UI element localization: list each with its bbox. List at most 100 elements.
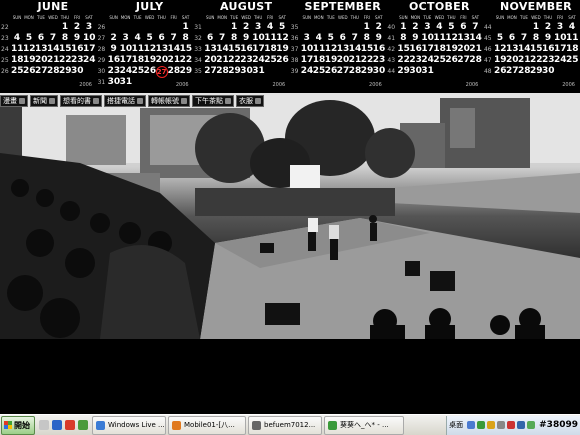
calendar-day: 16 — [240, 44, 253, 54]
weekday-label: WED — [48, 15, 58, 20]
quickbar-link-3[interactable]: 搭捷電話 — [104, 95, 146, 107]
calendar-day: 6 — [339, 33, 346, 43]
calendar-day: 25 — [433, 55, 446, 65]
quickbar-link-label: 想看的書 — [63, 97, 91, 105]
show-desktop-icon[interactable] — [39, 420, 49, 430]
weekday-label: FRI — [460, 15, 467, 20]
volume-icon[interactable] — [497, 421, 506, 429]
calendar-week-row: 26 25 26 27 28 29 30 — [1, 66, 95, 77]
week-number: 43 — [387, 57, 396, 64]
week-number: 42 — [387, 46, 396, 53]
calendar-day: 10 — [300, 44, 314, 54]
calendar-day — [120, 22, 132, 33]
desktop-wallpaper-photo: 漫畫 新聞 想看的書 搭捷電話 轉帳帳號 下午茶點 衣服 — [0, 93, 580, 339]
week-number: 36 — [290, 35, 299, 42]
quickbar-link-1[interactable]: 新聞 — [30, 95, 58, 107]
internet-explorer-icon[interactable] — [52, 420, 62, 430]
ime-icon[interactable] — [517, 421, 526, 429]
calendar-day: 17 — [119, 55, 133, 65]
calendar-day — [132, 22, 144, 33]
calendar-week-row: 35 27 28 29 30 31 — [194, 66, 288, 77]
month-year: 2006 — [562, 82, 575, 88]
calendar-day: 7 — [170, 33, 177, 43]
calendar-day — [204, 22, 216, 33]
quickbar-link-5[interactable]: 下午茶點 — [192, 95, 234, 107]
weekday-label: SAT — [471, 15, 480, 20]
calendar-day: 27 — [204, 66, 217, 76]
calendar-day: 23 — [71, 55, 84, 65]
quickbar-link-label: 搭捷電話 — [107, 97, 135, 105]
calendar-day — [349, 22, 361, 33]
weekday-label: THU — [60, 15, 70, 20]
update-icon[interactable] — [527, 421, 536, 429]
quickbar-link-label: 下午茶點 — [195, 97, 223, 105]
calendar-day — [518, 22, 530, 33]
month-title: JULY — [135, 0, 164, 13]
calendar-day: 3 — [122, 33, 129, 43]
calendar-day: 7 — [472, 22, 479, 32]
weekday-label: WED — [338, 15, 348, 20]
calendar-day — [313, 22, 325, 33]
week-number: 37 — [290, 46, 299, 53]
calendar-week-row: 33 13 14 15 16 17 18 19 — [194, 44, 289, 55]
messenger-icon[interactable] — [78, 420, 88, 430]
folder-icon — [225, 98, 231, 104]
start-label: 開始 — [14, 420, 30, 430]
quickbar-link-label: 衣服 — [239, 97, 253, 105]
desktop-toolbar-label[interactable]: 桌面 — [449, 420, 463, 430]
security-icon[interactable] — [487, 421, 496, 429]
calendar-day: 9 — [375, 33, 382, 43]
calendar-day: 14 — [348, 44, 362, 54]
calendar-week-row: 44 29 30 31 — [387, 66, 481, 77]
network-icon[interactable] — [467, 421, 476, 429]
calendar-day — [276, 66, 288, 77]
calendar-day: 21 — [517, 55, 531, 65]
start-button[interactable]: 開始 — [1, 415, 35, 435]
calendar-day: 11 — [312, 44, 326, 54]
calendar-day: 24 — [300, 66, 314, 76]
antivirus-icon[interactable] — [507, 421, 516, 429]
taskbar-window-button[interactable]: Mobile01-[八... — [168, 415, 246, 435]
calendar-day: 28 — [469, 55, 482, 65]
taskbar-window-button[interactable]: befuem7012... — [248, 415, 322, 435]
weekday-header: SUN MON TUE WED THU FRI SAT — [484, 14, 578, 22]
calendar-day: 13 — [155, 44, 169, 54]
firefox-icon[interactable] — [65, 420, 75, 430]
calendar-week-row: 46 12 13 14 15 16 17 18 — [484, 44, 579, 55]
taskbar-window-button[interactable]: 葵葵へ_へ* - ... — [324, 415, 404, 435]
week-number: 35 — [290, 24, 299, 31]
quickbar-link-0[interactable]: 漫畫 — [0, 95, 28, 107]
calendar-day: 10 — [83, 33, 96, 43]
calendar-day: 13 — [505, 44, 519, 54]
calendar-day: 18 — [433, 44, 446, 54]
quickbar-link-2[interactable]: 想看的書 — [60, 95, 102, 107]
week-number: 44 — [387, 68, 396, 75]
messenger-tray-icon[interactable] — [477, 421, 486, 429]
task-buttons: Windows Live ... Mobile01-[八... befuem7012… — [92, 415, 406, 435]
calendar-day: 18 — [264, 44, 277, 54]
weekday-label: MON — [217, 15, 227, 20]
calendar-day: 22 — [228, 55, 241, 65]
quickbar-link-4[interactable]: 轉帳帳號 — [148, 95, 190, 107]
calendar-day: 7 — [219, 33, 226, 43]
calendar-day: 15 — [59, 44, 72, 54]
quickbar-link-6[interactable]: 衣服 — [236, 95, 264, 107]
weekday-label: MON — [507, 15, 517, 20]
calendar-day: 21 — [348, 55, 362, 65]
month-title: AUGUST — [220, 0, 273, 13]
calendar-day — [144, 77, 156, 88]
taskbar-window-button[interactable]: Windows Live ... — [92, 415, 166, 435]
calendar-day: 2 — [375, 22, 382, 32]
weekday-header: SUN MON TUE WED THU FRI SAT — [194, 14, 288, 22]
taskbar: 開始 Windows Live ... Mobile01-[八... befuem7… — [0, 414, 580, 435]
calendar-day: 19 — [276, 44, 289, 54]
taskbar-window-label: 葵葵へ_へ* - ... — [340, 421, 389, 429]
calendar-day: 1 — [400, 22, 407, 32]
clock[interactable]: #38099 — [539, 420, 578, 430]
calendar-day: 27 — [35, 66, 48, 76]
calendar-day: 17 — [252, 44, 265, 54]
week-number: 47 — [483, 57, 492, 64]
weekday-label: SAT — [181, 15, 190, 20]
calendar-day — [168, 22, 180, 33]
calendar-day: 30 — [240, 66, 253, 76]
